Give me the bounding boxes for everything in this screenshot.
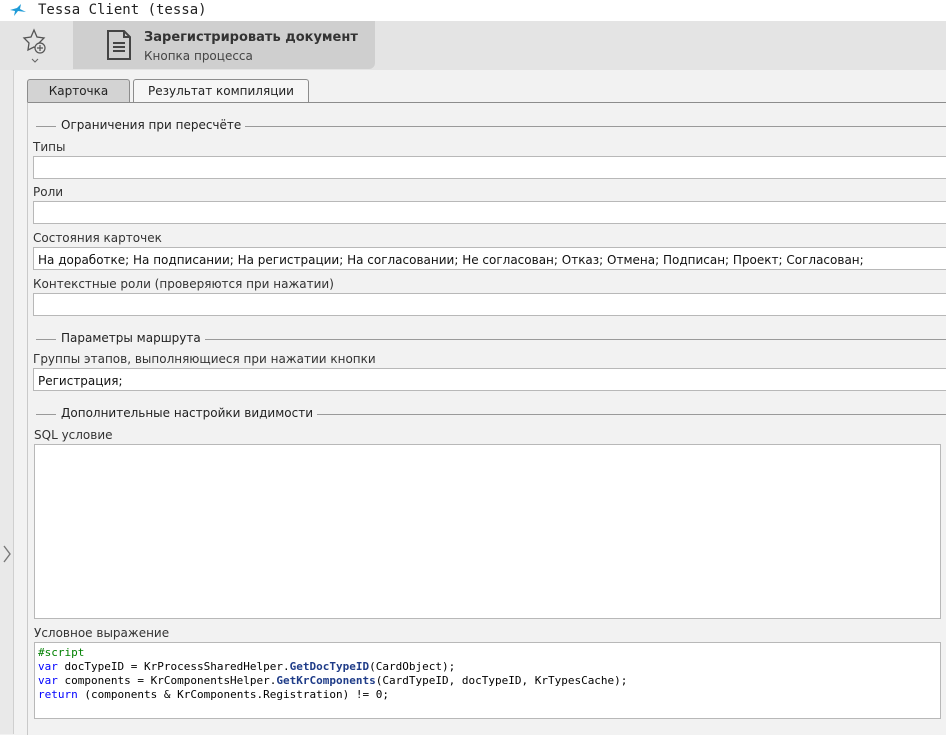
- left-gutter: [0, 70, 14, 734]
- card-states-label: Состояния карточек: [33, 231, 162, 245]
- stage-groups-label: Группы этапов, выполняющиеся при нажатии…: [33, 352, 376, 366]
- section-divider: [187, 339, 946, 340]
- card-states-field[interactable]: На доработке; На подписании; На регистра…: [33, 247, 946, 270]
- process-button-title: Зарегистрировать документ: [144, 30, 358, 45]
- section-divider: [36, 414, 56, 415]
- section-title-restrictions: Ограничения при пересчёте: [57, 118, 246, 132]
- window-title: Tessa Client (tessa): [38, 2, 207, 18]
- star-add-icon: [22, 28, 46, 63]
- roles-label: Роли: [33, 185, 64, 199]
- tab-card[interactable]: Карточка: [27, 79, 130, 103]
- code-text: (CardObject);: [369, 660, 456, 673]
- section-divider: [214, 126, 946, 127]
- code-text: docTypeID = KrProcessSharedHelper.: [57, 660, 290, 673]
- favorites-button[interactable]: [16, 27, 54, 67]
- context-roles-label: Контекстные роли (проверяются при нажати…: [33, 277, 334, 291]
- types-label: Типы: [33, 140, 66, 154]
- code-keyword: var: [38, 674, 58, 687]
- code-keyword: var: [38, 660, 58, 673]
- sql-condition-field[interactable]: [34, 444, 941, 619]
- stage-groups-field[interactable]: Регистрация;: [33, 368, 946, 391]
- code-text: (components & KrComponents.Registration)…: [77, 688, 390, 701]
- tab-compilation-result[interactable]: Результат компиляции: [133, 79, 309, 103]
- register-document-button[interactable]: Зарегистрировать документ Кнопка процесс…: [73, 21, 375, 69]
- toolbar: Зарегистрировать документ Кнопка процесс…: [0, 21, 946, 71]
- chevron-right-icon[interactable]: [2, 545, 12, 563]
- section-divider: [281, 414, 946, 415]
- process-button-subtitle: Кнопка процесса: [144, 49, 253, 63]
- card-panel: Ограничения при пересчёте Типы Роли Сост…: [27, 102, 946, 735]
- condition-expression-label: Условное выражение: [34, 626, 170, 640]
- code-text: components = KrComponentsHelper.: [57, 674, 277, 687]
- document-icon: [107, 30, 131, 60]
- section-divider: [36, 126, 56, 127]
- card-content: Карточка Результат компиляции Ограничени…: [14, 70, 946, 735]
- types-field[interactable]: [33, 156, 946, 179]
- code-text: (CardTypeID, docTypeID, KrTypesCache);: [375, 674, 628, 687]
- code-method: GetDocTypeID: [289, 660, 370, 673]
- sql-condition-label: SQL условие: [34, 428, 113, 442]
- roles-field[interactable]: [33, 201, 946, 224]
- section-title-visibility: Дополнительные настройки видимости: [57, 406, 318, 420]
- section-title-route: Параметры маршрута: [57, 331, 205, 345]
- tessa-bird-icon: [10, 4, 26, 16]
- code-method: GetKrComponents: [276, 674, 376, 687]
- title-bar: Tessa Client (tessa): [0, 0, 946, 21]
- code-directive: #script: [38, 646, 85, 659]
- section-divider: [36, 339, 56, 340]
- code-keyword: return: [38, 688, 78, 701]
- context-roles-field[interactable]: [33, 293, 946, 316]
- condition-expression-editor[interactable]: #script var docTypeID = KrProcessSharedH…: [34, 642, 941, 719]
